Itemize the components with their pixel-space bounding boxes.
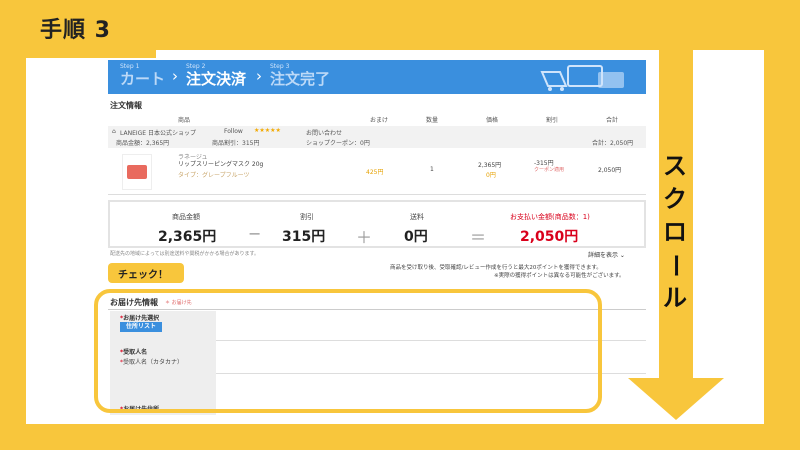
coupon-link[interactable]: クーポン適用 — [534, 166, 564, 173]
summary-shipping: 0円 — [404, 229, 428, 245]
product-row: ラネージュ リップスリーピングマスク 20g タイプ：グレープフルーツ 425円… — [108, 148, 646, 195]
minus-sign: − — [248, 224, 262, 243]
product-thumbnail[interactable] — [122, 154, 152, 190]
step-complete: 注文完了 — [270, 70, 331, 88]
step-payment: 注文決済 — [186, 70, 247, 88]
points-note-disclaimer: ※実際の獲得ポイントは異なる可能性がございます。 — [494, 273, 625, 279]
col-qty: 数量 — [426, 117, 439, 124]
payment-summary: 商品金額 2,365円 − 割引 315円 ＋ 送料 0円 ＝ お支払い金額(商… — [108, 200, 646, 248]
order-info-title: 注文情報 — [110, 101, 142, 110]
col-total: 合計 — [606, 117, 619, 124]
product-qty: 1 — [430, 166, 434, 173]
shop-discount: 商品割引：315円 — [212, 140, 260, 147]
summary-shipping-label: 送料 — [410, 213, 424, 221]
product-type: タイプ：グレープフルーツ — [178, 172, 250, 179]
frame-left — [0, 0, 26, 450]
product-total: 2,050円 — [598, 167, 622, 174]
follow-label[interactable]: Follow — [224, 128, 243, 135]
col-price: 価格 — [486, 117, 499, 124]
shipping-note: 配送先の地域によっては別途送料や関税がかかる場合があります。 — [110, 251, 260, 257]
show-details-button[interactable]: 詳細を表示 ⌄ — [588, 250, 625, 259]
product-image — [127, 165, 147, 179]
product-price: 2,365円 — [478, 162, 502, 169]
summary-pay: 2,050円 — [520, 229, 579, 245]
shop-row: ⌂ LANEIGE 日本公式ショップ Follow ★★★★★ お問い合わせ 商… — [108, 126, 646, 148]
delivery-highlight-box — [94, 289, 602, 413]
product-price-sub: 0円 — [486, 172, 496, 179]
product-name[interactable]: リップスリーピングマスク 20g — [178, 159, 263, 168]
order-table-header: 商品 おまけ 数量 価格 割引 合計 — [108, 112, 646, 127]
bonus-points: 425円 — [366, 169, 384, 176]
shop-coupon: ショップクーポン：0円 — [306, 140, 370, 147]
step-label: 手順 3 — [40, 18, 111, 43]
shop-name[interactable]: LANEIGE 日本公式ショップ — [120, 128, 196, 137]
plus-sign: ＋ — [356, 228, 373, 247]
breadcrumb-sep: › — [256, 67, 262, 85]
summary-subtotal: 2,365円 — [158, 229, 217, 245]
shop-icon: ⌂ — [112, 128, 116, 135]
summary-discount: 315円 — [282, 229, 326, 245]
col-discount: 割引 — [546, 117, 559, 124]
summary-subtotal-label: 商品金額 — [172, 213, 200, 221]
summary-discount-label: 割引 — [300, 213, 314, 221]
summary-pay-label: お支払い金額(商品数：1) — [510, 213, 590, 221]
checkout-step-bar: Step 1 カート › Step 2 注文決済 › Step 3 注文完了 — [108, 60, 646, 94]
frame-bottom — [0, 424, 800, 450]
points-note: 商品を受け取り後、受取確認/レビュー作成を行うと最大20ポイントを獲得できます。 — [390, 265, 602, 271]
shop-total: 合計：2,050円 — [592, 140, 634, 147]
frame-right — [764, 0, 800, 450]
shop-subtotal: 商品金額：2,365円 — [116, 140, 170, 147]
col-product: 商品 — [178, 117, 191, 124]
step-cart: カート — [120, 70, 166, 88]
payment-illustration-icon — [540, 65, 624, 91]
inquiry-link[interactable]: お問い合わせ — [306, 128, 342, 137]
equals-sign: ＝ — [470, 228, 487, 247]
col-bonus: おまけ — [370, 117, 389, 124]
scroll-label: スクロール — [661, 152, 690, 312]
shop-stars: ★★★★★ — [254, 127, 281, 134]
breadcrumb-sep: › — [172, 67, 178, 85]
check-badge-label: チェック！ — [118, 270, 168, 281]
scroll-arrow-down-icon — [628, 378, 724, 420]
